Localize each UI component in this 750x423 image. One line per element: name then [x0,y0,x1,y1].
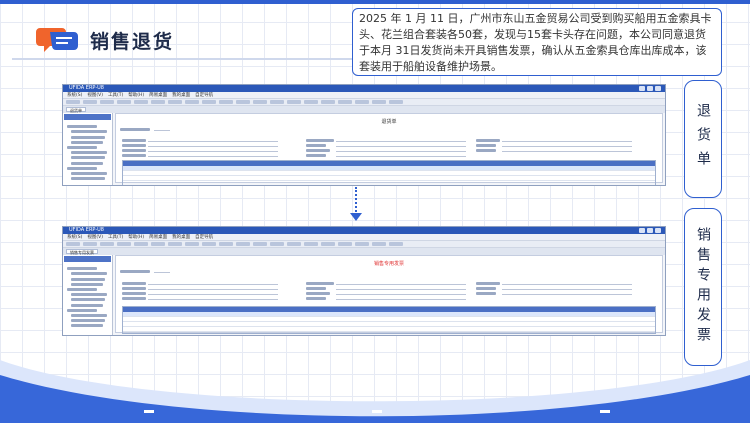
menu-item[interactable]: 简易桌面 [149,234,167,240]
arrow-down-icon [350,213,362,221]
form-title: 退货单 [381,119,397,125]
slide: 销售退货 2025 年 1 月 11 日，广州市东山五金贸易公司受到购买船用五金… [0,0,750,423]
footer-mark [144,410,154,413]
form-title: 销售专用发票 [373,261,404,267]
maximize-icon[interactable] [647,86,653,91]
menu-item[interactable]: 帮助(H) [128,234,144,240]
chat-logo-icon [36,28,78,52]
tab-strip: 销售专用发票 [63,248,665,255]
menu-item[interactable]: 自定导航 [195,234,213,240]
return-order-screenshot: UFIDA ERP-U8 系统(S) 视图(V) 工具(T) 帮助(H) 简易桌… [62,84,666,186]
callout-return-order: 退货单 [684,80,722,198]
menu-item[interactable]: 帮助(H) [128,92,144,98]
menu-item[interactable]: 视图(V) [87,92,103,98]
tab-sales-invoice[interactable]: 销售专用发票 [66,249,98,255]
toolbar [63,99,665,106]
top-accent-bar [0,0,750,4]
window-title-bar: UFIDA ERP-U8 [63,85,665,92]
menu-item[interactable]: 我的桌面 [172,234,190,240]
toolbar [63,241,665,248]
menu-item[interactable]: 视图(V) [87,234,103,240]
menu-item[interactable]: 简易桌面 [149,92,167,98]
menu-item[interactable]: 工具(T) [108,92,123,98]
menu-item[interactable]: 我的桌面 [172,92,190,98]
footer-mark [372,410,382,413]
maximize-icon[interactable] [647,228,653,233]
minimize-icon[interactable] [639,228,645,233]
menu-bar: 系统(S) 视图(V) 工具(T) 帮助(H) 简易桌面 我的桌面 自定导航 [63,92,665,99]
window-title: UFIDA ERP-U8 [69,227,104,233]
minimize-icon[interactable] [639,86,645,91]
window-title-bar: UFIDA ERP-U8 [63,227,665,234]
menu-item[interactable]: 系统(S) [67,234,82,240]
navigation-sidebar [63,113,113,185]
menu-bar: 系统(S) 视图(V) 工具(T) 帮助(H) 简易桌面 我的桌面 自定导航 [63,234,665,241]
footer-mark [600,410,610,413]
flow-arrow-line [355,187,357,215]
window-title: UFIDA ERP-U8 [69,85,104,91]
menu-item[interactable]: 自定导航 [195,92,213,98]
close-icon[interactable] [655,86,661,91]
tab-strip: 退货单 [63,106,665,113]
menu-item[interactable]: 系统(S) [67,92,82,98]
close-icon[interactable] [655,228,661,233]
page-title: 销售退货 [90,31,175,53]
tab-return-order[interactable]: 退货单 [66,107,86,113]
detail-grid [122,160,656,185]
return-order-form: 退货单 [115,113,663,185]
menu-item[interactable]: 工具(T) [108,234,123,240]
title-divider [12,58,352,60]
footer-wave [0,360,750,423]
scenario-description: 2025 年 1 月 11 日，广州市东山五金贸易公司受到购买船用五金索具卡头、… [352,8,722,76]
